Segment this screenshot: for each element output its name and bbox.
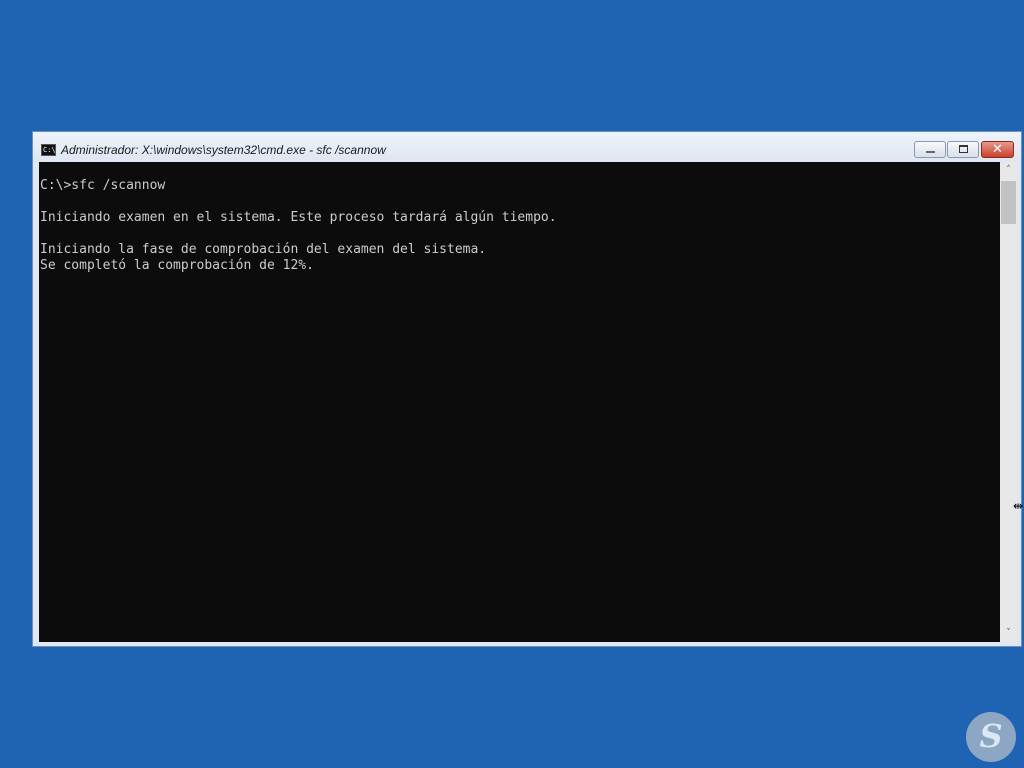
cmd-window[interactable]: C:\. Administrador: X:\windows\system32\…: [32, 131, 1022, 647]
scroll-up-arrow-icon[interactable]: ˄: [1000, 162, 1017, 179]
vertical-scrollbar[interactable]: ˄ ˅: [1000, 162, 1017, 642]
console-line: Se completó la comprobación de 12%.: [40, 258, 314, 273]
console-output[interactable]: C:\>sfc /scannow Iniciando examen en el s…: [39, 162, 1000, 642]
cmd-icon[interactable]: C:\.: [41, 144, 56, 156]
close-icon: ✕: [992, 142, 1003, 157]
console-line: Iniciando examen en el sistema. Este pro…: [40, 210, 557, 225]
maximize-button[interactable]: [947, 141, 979, 158]
resize-cursor-icon: ⇹: [1013, 499, 1024, 513]
console-line: C:\>sfc /scannow: [40, 178, 166, 193]
scroll-down-arrow-icon[interactable]: ˅: [1000, 625, 1017, 642]
minimize-icon: [926, 151, 935, 153]
maximize-icon: [959, 145, 968, 153]
console-text: C:\>sfc /scannow Iniciando examen en el s…: [40, 178, 557, 274]
desktop: C:\. Administrador: X:\windows\system32\…: [0, 0, 1024, 768]
watermark-letter: S: [979, 717, 1003, 755]
window-title: Administrador: X:\windows\system32\cmd.e…: [61, 143, 386, 157]
scroll-thumb[interactable]: [1001, 181, 1016, 224]
title-bar[interactable]: C:\. Administrador: X:\windows\system32\…: [33, 132, 1021, 162]
console-line: Iniciando la fase de comprobación del ex…: [40, 242, 487, 257]
close-button[interactable]: ✕: [981, 141, 1014, 158]
minimize-button[interactable]: [914, 141, 946, 158]
watermark-logo: S: [966, 712, 1016, 762]
